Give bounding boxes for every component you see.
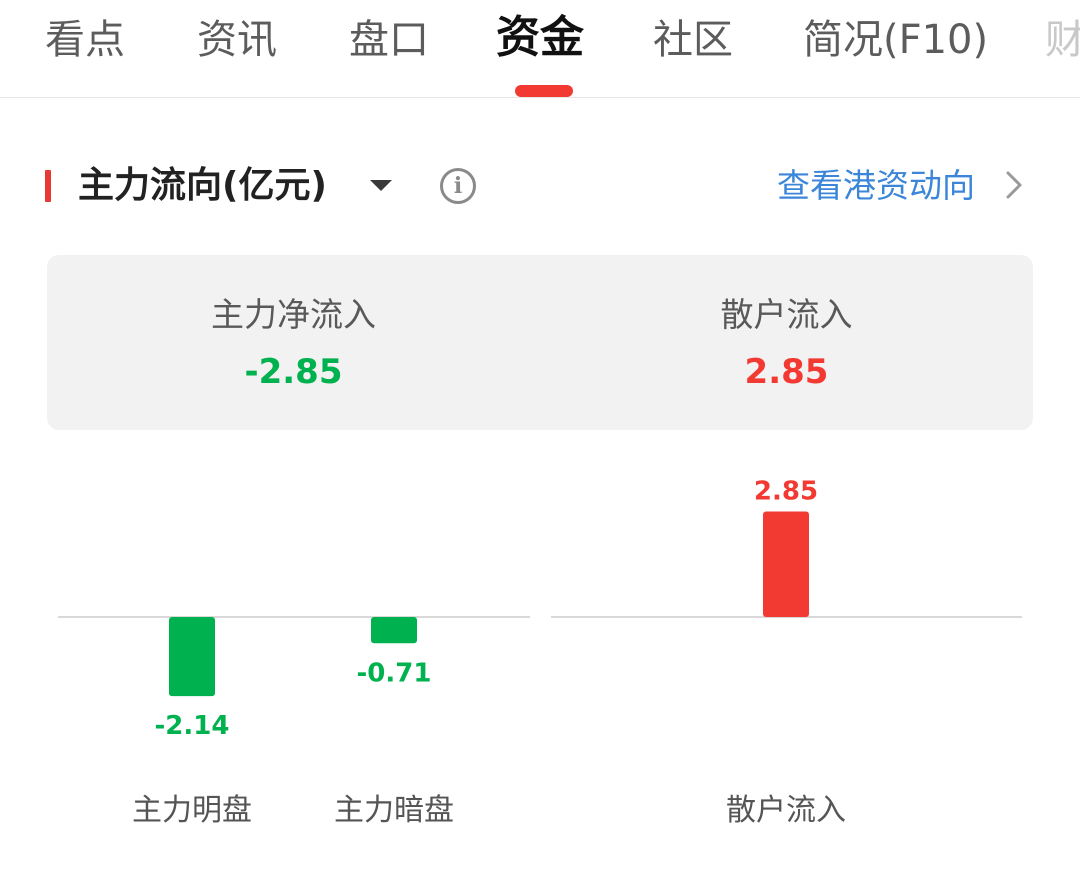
bar-value-label: -0.71 [357,658,432,688]
tab-finance[interactable]: 财 [1045,12,1080,68]
section-header: 主力流向(亿元) i 查看港资动向 [0,150,1080,220]
retail-inflow-label: 散户流入 [720,295,853,334]
section-accent-bar [45,170,51,202]
bar-category-label: 散户流入 [726,793,846,828]
tab-orderbook[interactable]: 盘口 [349,12,429,68]
tab-community[interactable]: 社区 [653,12,733,68]
tab-news[interactable]: 资讯 [197,12,277,68]
bar-value-label: -2.14 [155,711,230,741]
triangle-down-icon[interactable] [370,180,392,191]
hk-capital-flow-link[interactable]: 查看港资动向 [777,165,975,207]
chevron-right-icon[interactable] [1000,170,1026,200]
main-net-inflow: 主力净流入 -2.85 [47,255,540,430]
retail-inflow-value: 2.85 [744,352,829,392]
bar-category-label: 主力暗盘 [334,793,454,828]
chart-bar [169,617,215,697]
info-icon[interactable]: i [440,168,476,204]
bar-category-label: 主力明盘 [132,793,252,828]
retail-inflow: 散户流入 2.85 [540,255,1033,430]
tab-bar: 看点 资讯 盘口 资金 社区 简况(F10) 财 [0,0,1080,98]
chart-bar [763,511,809,617]
active-tab-indicator [515,85,573,97]
capital-flow-bar-chart: -2.14 主力明盘 -0.71 主力暗盘 2.85 散户流入 [58,477,1022,828]
main-net-inflow-value: -2.85 [244,352,343,392]
chart-bar [371,617,417,644]
section-title-dropdown[interactable]: 主力流向(亿元) [78,162,327,210]
tab-capital[interactable]: 资金 [496,10,584,66]
tab-f10-profile[interactable]: 简况(F10) [803,12,988,68]
bar-value-label: 2.85 [754,477,818,507]
flow-summary-card: 主力净流入 -2.85 散户流入 2.85 [47,255,1033,430]
tab-kandian[interactable]: 看点 [45,12,125,68]
main-net-inflow-label: 主力净流入 [211,295,376,334]
